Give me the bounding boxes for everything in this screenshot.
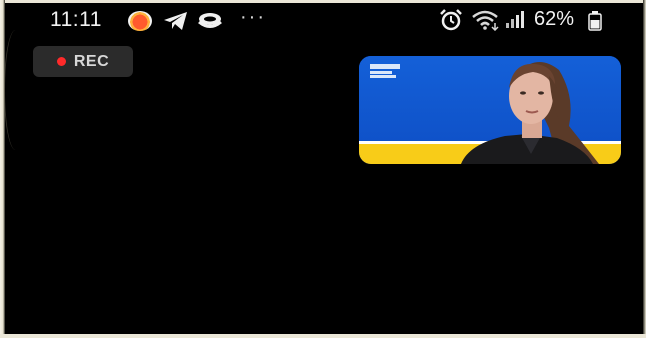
- orange-app-icon: [128, 11, 152, 31]
- frame-edge-bottom: [0, 334, 646, 338]
- call-screen: 11:11 ··· 62% REC: [0, 0, 646, 338]
- event-logo-icon: [370, 64, 400, 78]
- status-time: 11:11: [50, 8, 102, 31]
- telegram-icon: [163, 11, 189, 36]
- status-bar: 11:11 ··· 62%: [0, 0, 646, 40]
- battery-icon: [588, 11, 602, 36]
- recording-label: REC: [73, 52, 110, 70]
- frame-curve: [4, 30, 27, 150]
- recording-indicator: REC: [33, 46, 133, 77]
- signal-icon: [505, 11, 525, 34]
- cloud-icon: [196, 11, 224, 36]
- frame-edge-left: [0, 0, 5, 338]
- battery-percentage: 62%: [534, 8, 575, 30]
- participant-person: [461, 62, 599, 164]
- participant-video-thumbnail[interactable]: [359, 56, 621, 164]
- record-dot-icon: [56, 57, 66, 66]
- alarm-icon: [439, 9, 463, 36]
- wifi-icon: [471, 9, 501, 36]
- more-icon: ···: [240, 6, 266, 28]
